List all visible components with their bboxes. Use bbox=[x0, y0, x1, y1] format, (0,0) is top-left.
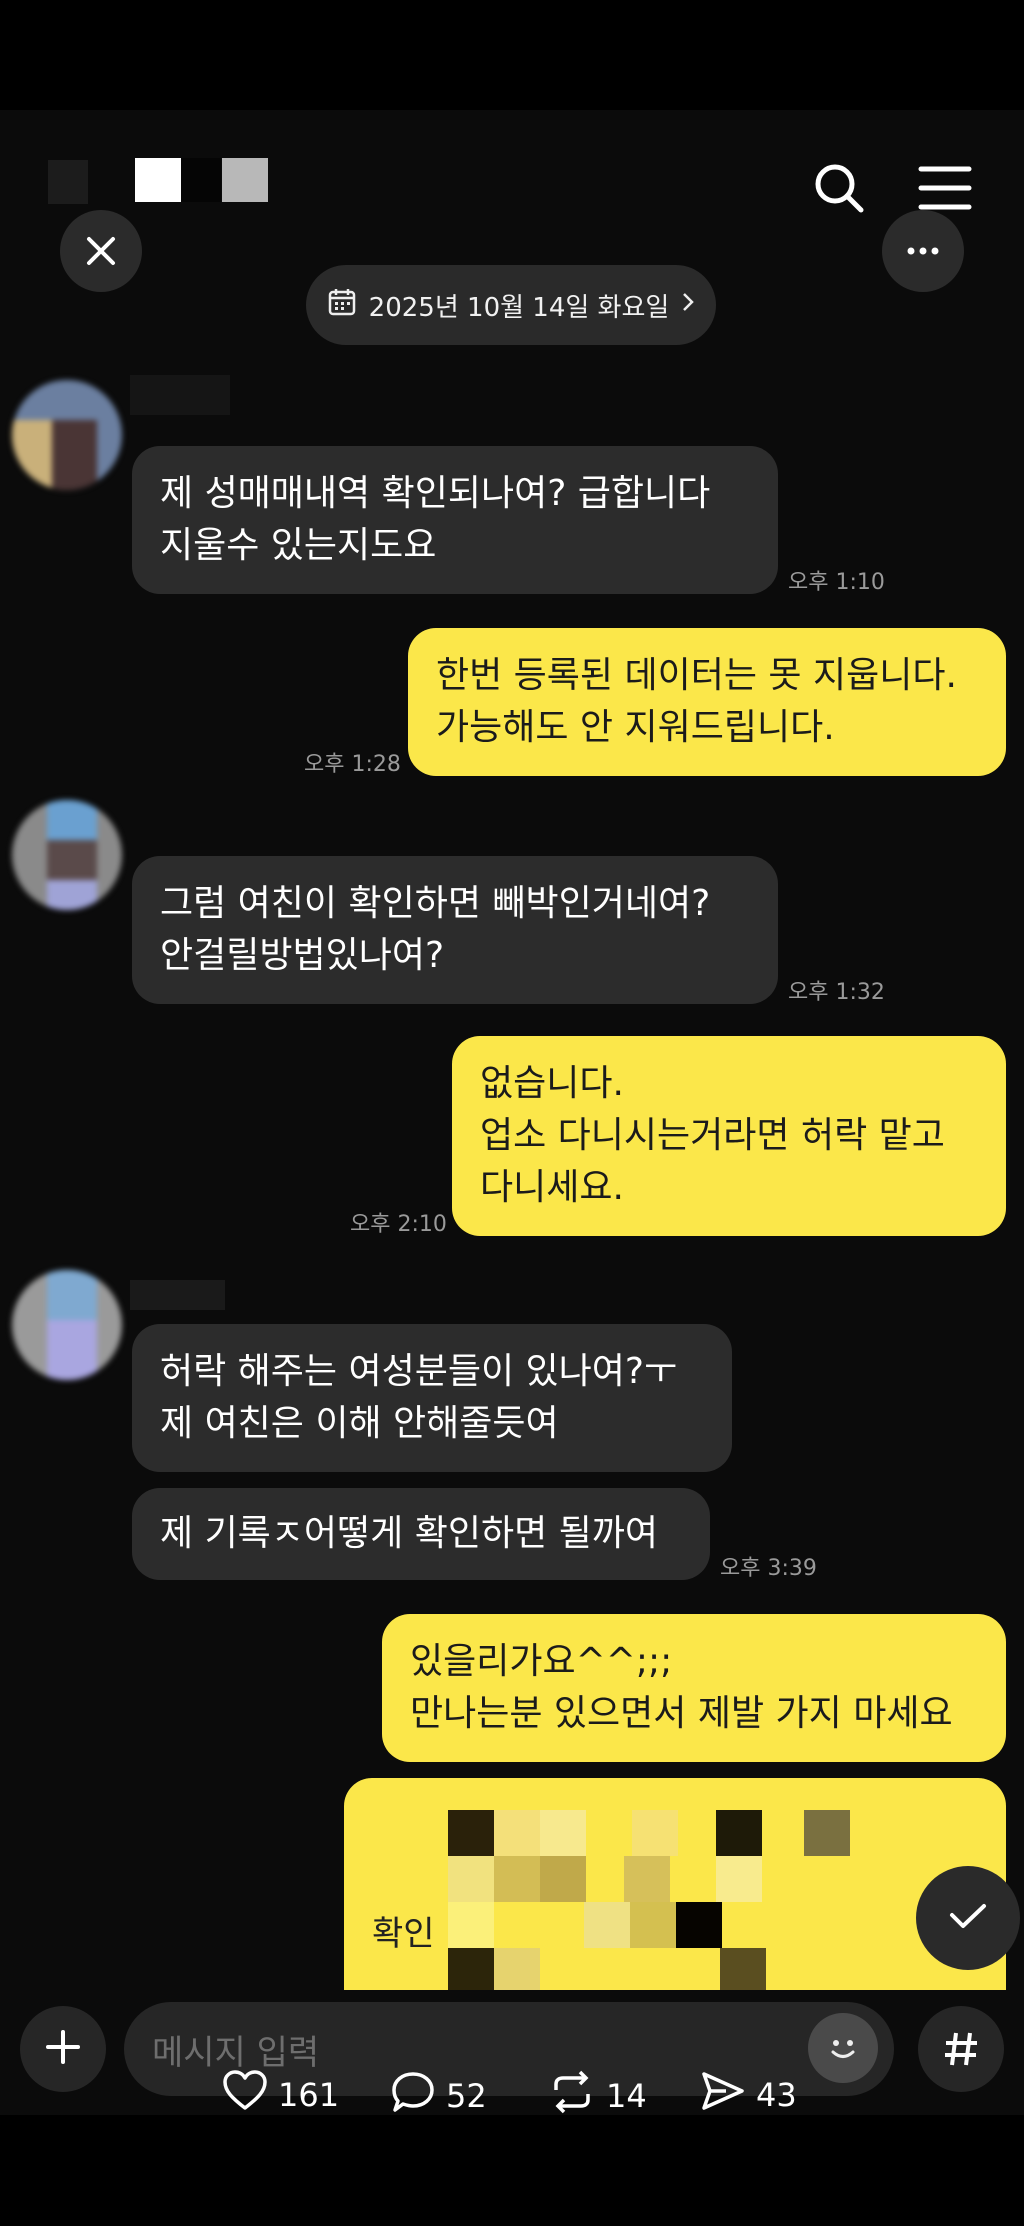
chevron-right-icon bbox=[681, 290, 695, 320]
chat-screen: 2025년 10월 14일 화요일 제 성매매내역 확인되나여? 급합니다 지울… bbox=[0, 110, 1024, 2115]
repost-count[interactable]: 14 bbox=[548, 2070, 647, 2122]
hashtag-icon[interactable] bbox=[918, 2006, 1004, 2092]
send-icon bbox=[700, 2070, 746, 2120]
comment-count[interactable]: 52 bbox=[390, 2070, 487, 2122]
partial-text: 확인 bbox=[372, 1914, 435, 1954]
date-divider-button[interactable]: 2025년 10월 14일 화요일 bbox=[306, 265, 716, 345]
plus-icon bbox=[45, 2029, 81, 2069]
message-timestamp: 오후 1:32 bbox=[788, 980, 885, 1005]
avatar[interactable] bbox=[12, 800, 122, 910]
message-bubble-outgoing[interactable]: 있을리가요^^;;; 만나는분 있으면서 제발 가지 마세요 bbox=[382, 1614, 1006, 1762]
more-dots-icon[interactable] bbox=[882, 210, 964, 292]
emoji-icon[interactable] bbox=[808, 2013, 878, 2083]
calendar-icon bbox=[327, 287, 357, 324]
message-bubble-incoming[interactable]: 제 기록ㅈ어떻게 확인하면 될까여 bbox=[132, 1488, 710, 1580]
avatar[interactable] bbox=[12, 380, 122, 490]
message-timestamp: 오후 1:10 bbox=[788, 570, 885, 595]
like-count[interactable]: 161 bbox=[222, 2070, 339, 2120]
heart-icon bbox=[222, 2070, 268, 2120]
close-icon[interactable] bbox=[60, 210, 142, 292]
sender-name-redacted bbox=[130, 375, 230, 415]
message-bubble-incoming[interactable]: 허락 해주는 여성분들이 있나여?ㅜ 제 여친은 이해 안해줄듯여 bbox=[132, 1324, 732, 1472]
sender-name-redacted bbox=[130, 1280, 225, 1310]
search-icon[interactable] bbox=[806, 155, 872, 221]
message-input-placeholder: 메시지 입력 bbox=[152, 2033, 320, 2073]
message-timestamp: 오후 1:28 bbox=[304, 752, 401, 777]
repost-icon bbox=[548, 2070, 596, 2122]
comment-icon bbox=[390, 2070, 436, 2122]
share-count[interactable]: 43 bbox=[700, 2070, 797, 2120]
avatar[interactable] bbox=[12, 1270, 122, 1380]
add-attachment-button[interactable] bbox=[20, 2006, 106, 2092]
message-timestamp: 오후 3:39 bbox=[720, 1556, 817, 1581]
date-label: 2025년 10월 14일 화요일 bbox=[368, 292, 670, 323]
message-bubble-outgoing[interactable]: 한번 등록된 데이터는 못 지웁니다. 가능해도 안 지워드립니다. bbox=[408, 628, 1006, 776]
message-timestamp: 오후 2:10 bbox=[350, 1212, 447, 1237]
scroll-to-bottom-button[interactable] bbox=[916, 1866, 1020, 1970]
message-bubble-incoming[interactable]: 제 성매매내역 확인되나여? 급합니다 지울수 있는지도요 bbox=[132, 446, 778, 594]
message-bubble-outgoing[interactable]: 없습니다. 업소 다니시는거라면 허락 맡고 다니세요. bbox=[452, 1036, 1006, 1236]
message-bubble-incoming[interactable]: 그럼 여친이 확인하면 빼박인거네여? 안걸릴방법있나여? bbox=[132, 856, 778, 1004]
check-chevron-icon bbox=[948, 1901, 988, 1935]
message-bubble-outgoing-redacted[interactable]: 확인 bbox=[344, 1778, 1006, 1990]
